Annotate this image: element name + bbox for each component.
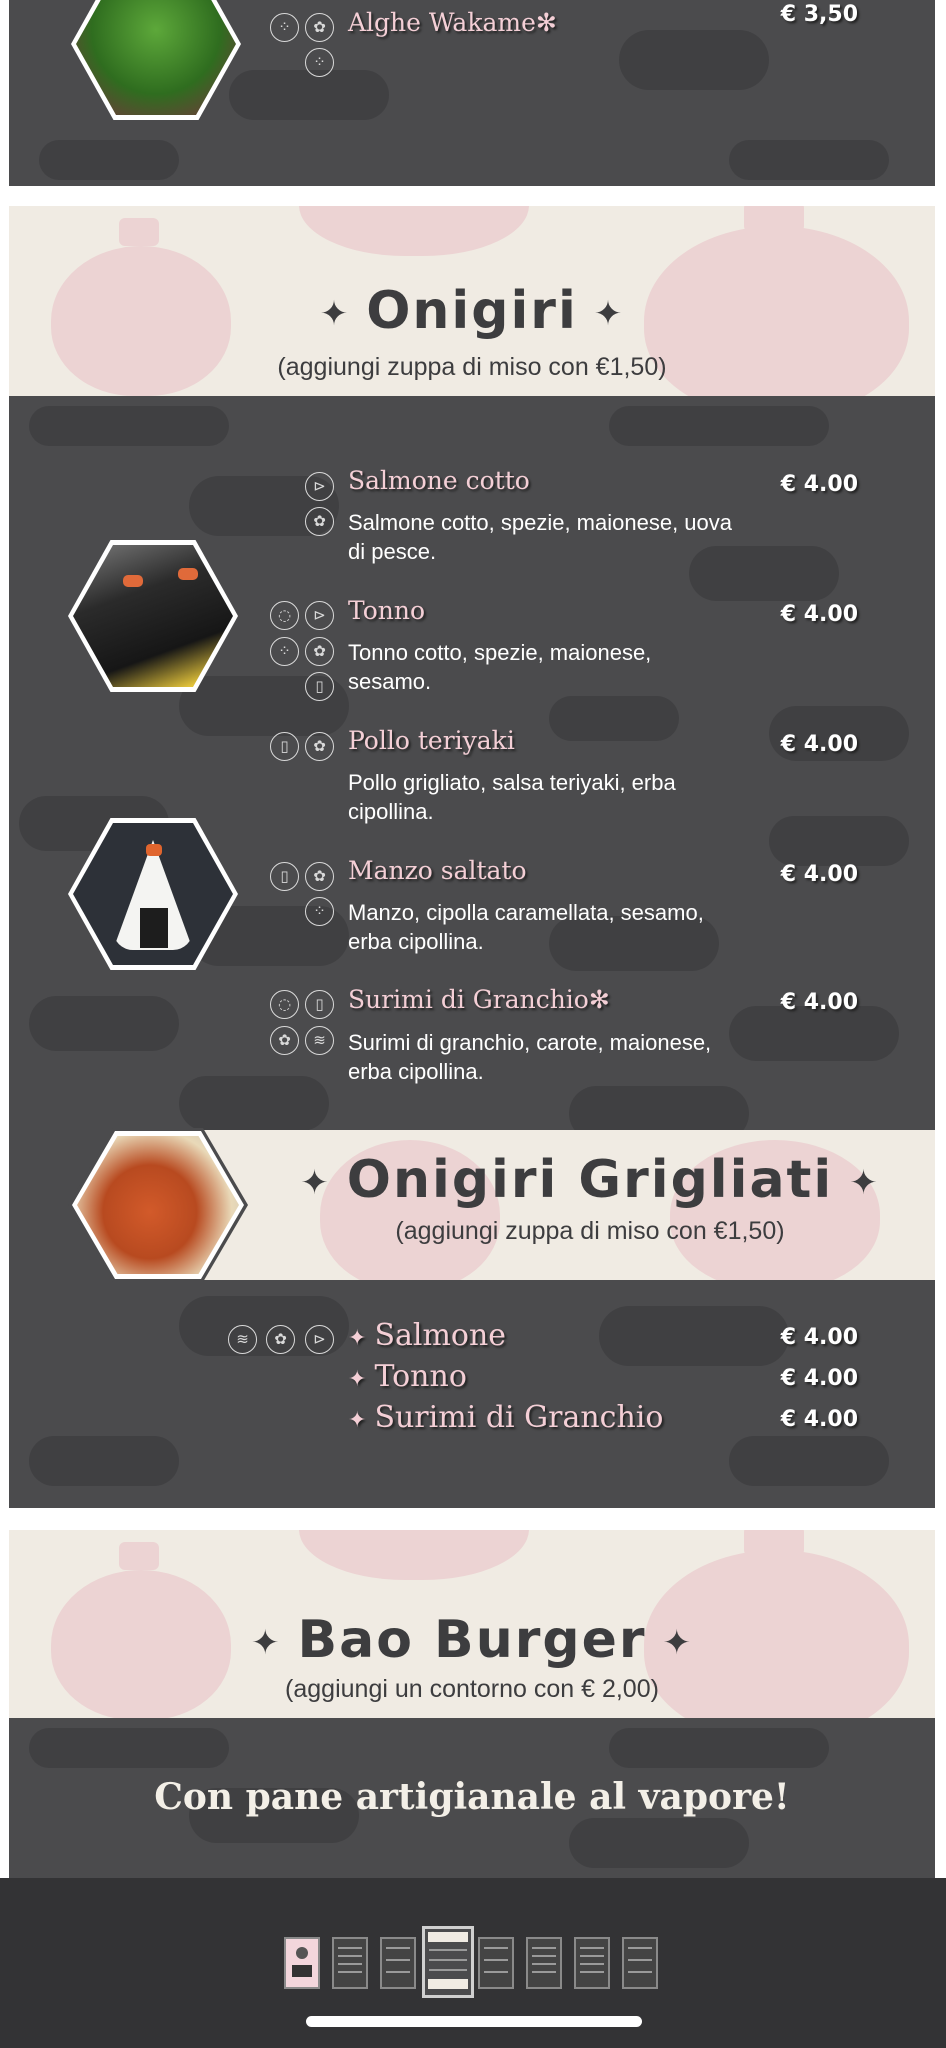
grigliati-subtitle: (aggiungi zuppa di miso con €1,50) (395, 1217, 785, 1245)
sparkle-icon: ✦ (662, 1623, 693, 1663)
wheat-icon: ✿ (266, 1325, 295, 1354)
item-name: Tonno (348, 596, 426, 625)
wheat-icon: ✿ (305, 732, 334, 761)
wheat-icon: ✿ (305, 507, 334, 536)
item-price: € 4.00 (780, 732, 858, 757)
item-description: Pollo grigliato, salsa teriyaki, erba ci… (348, 770, 676, 824)
page-thumbnail[interactable] (380, 1937, 416, 1989)
sesame-icon: ⁘ (270, 637, 299, 666)
item-name: Surimi di Granchio✻ (348, 985, 610, 1014)
sparkle-icon: ✦ (300, 1163, 331, 1203)
sparkle-icon: ✦ (593, 294, 625, 334)
fish-icon: ⊳ (305, 601, 334, 630)
item-price: € 4.00 (780, 602, 858, 627)
page-thumbnail[interactable] (622, 1937, 658, 1989)
egg-icon: ◌ (270, 601, 299, 630)
item-name: Salmone cotto (348, 466, 530, 495)
grigliati-item: ✦ Salmone (348, 1318, 507, 1353)
item-price: € 4.00 (780, 472, 858, 497)
bao-tagline: Con pane artigianale al vapore! (154, 1776, 790, 1818)
wheat-icon: ✿ (305, 862, 334, 891)
item-price: € 4.00 (780, 862, 858, 887)
fish-icon: ⊳ (305, 472, 334, 501)
fish-icon: ⊳ (305, 1325, 334, 1354)
onigiri-title: ✦ Onigiri ✦ (319, 281, 625, 341)
home-indicator[interactable] (306, 2016, 642, 2027)
sparkle-icon: ✦ (251, 1623, 282, 1663)
page-thumbnail[interactable] (284, 1937, 320, 1989)
soy-icon: ▯ (305, 990, 334, 1019)
item-price: € 4.00 (780, 1366, 858, 1391)
grigliati-item: ✦ Surimi di Granchio (348, 1400, 664, 1435)
item-name: Manzo saltato (348, 856, 527, 885)
grigliati-item: ✦ Tonno (348, 1359, 467, 1394)
page-thumbnail[interactable] (574, 1937, 610, 1989)
page-thumbnail-active[interactable] (422, 1926, 474, 1998)
page-thumbnail[interactable] (526, 1937, 562, 1989)
item-price: € 4.00 (780, 1407, 858, 1432)
item-price: € 4.00 (780, 990, 858, 1015)
onigiri-subtitle: (aggiungi zuppa di miso con €1,50) (277, 353, 667, 381)
soy-icon: ▯ (305, 672, 334, 701)
bao-subtitle: (aggiungi un contorno con € 2,00) (285, 1675, 659, 1703)
sparkle-icon: ✦ (319, 294, 351, 334)
item-description: Tonno cotto, spezie, maionese, sesamo. (348, 640, 652, 694)
crustacean-icon: ≋ (305, 1026, 334, 1055)
onigiri-header: ✦ Onigiri ✦ (aggiungi zuppa di miso con €1… (9, 206, 935, 396)
sparkle-icon: ✦ (849, 1163, 880, 1203)
grigliati-title: ✦ Onigiri Grigliati ✦ (300, 1150, 880, 1210)
wheat-icon: ✿ (305, 13, 334, 42)
page-thumbnail[interactable] (478, 1937, 514, 1989)
item-name: Pollo teriyaki (348, 726, 515, 755)
crustacean-icon: ≋ (228, 1325, 257, 1354)
soy-icon: ▯ (270, 732, 299, 761)
page-thumbnail[interactable] (332, 1937, 368, 1989)
item-price: € 4.00 (780, 1325, 858, 1350)
sesame-icon: ⁘ (305, 897, 334, 926)
bao-title: ✦ Bao Burger ✦ (251, 1610, 693, 1670)
bao-body: Con pane artigianale al vapore! (9, 1718, 935, 1878)
item-description: Manzo, cipolla caramellata, sesamo, erba… (348, 900, 704, 954)
wheat-icon: ✿ (270, 1026, 299, 1055)
item-description: Salmone cotto, spezie, maionese, uova di… (348, 510, 733, 564)
wheat-icon: ✿ (305, 637, 334, 666)
egg-icon: ◌ (270, 990, 299, 1019)
sparkle-icon: ✦ (348, 1408, 367, 1433)
sesame-icon: ⁘ (305, 48, 334, 77)
seaweed-price: € 3,50 (780, 2, 858, 27)
item-description: Surimi di granchio, carote, maionese, er… (348, 1030, 712, 1084)
sesame-icon: ⁘ (270, 13, 299, 42)
soy-icon: ▯ (270, 862, 299, 891)
sparkle-icon: ✦ (348, 1367, 367, 1392)
seaweed-name: Alghe Wakame✻ (348, 8, 557, 37)
bao-header: ✦ Bao Burger ✦ (aggiungi un contorno con €… (9, 1530, 935, 1718)
sparkle-icon: ✦ (348, 1326, 367, 1351)
